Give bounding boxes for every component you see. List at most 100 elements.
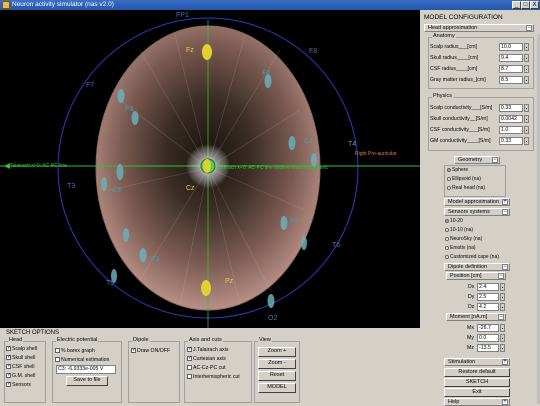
check-icon: ✓ [6,372,12,379]
geometry-header[interactable]: Geometry − [454,156,500,164]
dipole-mz-spinner[interactable] [500,344,505,352]
dipole-my-spinner[interactable] [500,334,505,342]
skull-radius-spinner[interactable] [524,54,529,62]
collapse-icon[interactable]: − [502,264,508,270]
dipole-dz-input[interactable]: 4.2 [477,303,499,311]
scalp-conductivity-spinner[interactable] [524,104,529,112]
dipole-dx-label: Dx [468,284,475,290]
collapse-icon[interactable]: − [492,157,498,163]
head-view-canvas[interactable]: FP1 F8 F7 F3 F4 C4 T4 C3 T3 P4 P3 T6 T5 … [0,10,420,328]
scalp-shell-checkbox[interactable]: ✓Scalp shell [6,346,37,352]
gray-matter-radius-spinner[interactable] [524,76,529,84]
csf-radius-input[interactable]: 8.7 [499,65,523,73]
sensors-customized-radio[interactable]: Customized cape (na) [445,254,499,260]
model-button[interactable]: MODEL [258,383,296,393]
gm-shell-checkbox[interactable]: ✓G.M. shell [6,373,35,379]
sensors-10-10-radio[interactable]: 10-10 (na) [445,227,473,233]
dipole-definition-header[interactable]: Dipole definition − [444,263,510,271]
geometry-real-head-radio[interactable]: Real head (na) [447,185,485,191]
dipole-my-input[interactable]: 0.0 [477,334,499,342]
collapse-icon[interactable]: − [526,25,532,31]
radio-icon [447,185,451,190]
sensors-emotiv-radio[interactable]: Emotiv (na) [445,245,476,251]
checkbox-icon [187,374,192,380]
csf-radius-spinner[interactable] [524,65,529,73]
skull-shell-checkbox[interactable]: ✓Skull shell [6,355,35,361]
gm-conductivity-spinner[interactable] [524,137,529,145]
skull-conductivity-spinner[interactable] [524,115,529,123]
scalp-radius-spinner[interactable] [524,43,529,51]
moment-header[interactable]: Moment [nA.m] − [446,313,506,321]
radio-icon [447,167,451,172]
scalp-radius-input[interactable]: 10.0 [499,43,523,51]
restore-default-button[interactable]: Restore default [444,368,510,377]
draw-dipole-checkbox[interactable]: ✓Draw ON/OFF [131,348,170,354]
geometry-ellipsoid-radio[interactable]: Ellipsoid (na) [447,176,481,182]
dipole-dy-label: Dy [468,294,475,300]
reset-view-button[interactable]: Reset [258,371,296,381]
sensors-neurosky-radio[interactable]: NeuroSky (na) [445,236,482,242]
skull-conductivity-input[interactable]: 0.0042 [499,115,523,123]
save-to-file-button[interactable]: Save to file [66,376,108,386]
expand-icon[interactable]: + [502,399,508,405]
electrode-label-f7: F7 [86,82,95,89]
dipole-mx-input[interactable]: -26.7 [477,324,499,332]
expand-icon[interactable]: + [502,199,508,205]
electrode-label-fp1: FP1 [176,12,189,19]
talairach-axis-checkbox[interactable]: ✓J.Talairach axis [187,347,228,353]
numerical-estimation-checkbox[interactable]: Numerical estimation [55,357,109,363]
physics-row-label: GM conductivity____[S/m] [430,138,491,144]
electrode-label-t6: T6 [332,242,341,249]
physics-row-label: CSF conductivity___[S/m] [430,127,490,133]
ac-cz-pc-cut-checkbox[interactable]: AC-Cz-PC cut [187,365,226,371]
gray-matter-radius-input[interactable]: 8.5 [499,76,523,84]
sensors-10-20-radio[interactable]: 10-20 [445,218,463,224]
head-approximation-header[interactable]: Head approximation − [424,24,534,32]
stimulation-header[interactable]: Stimulation + [444,358,510,366]
potential-value-select[interactable]: C3: -6.9333e-005 V [56,365,116,374]
electrode-label-cz: Cz [186,185,195,192]
minimize-button[interactable]: _ [512,1,521,9]
sensors-systems-header[interactable]: Sensors systems − [444,208,510,216]
electrode-label-f3: F3 [125,106,134,113]
close-button[interactable]: X [530,1,539,9]
collapse-icon[interactable]: − [498,314,504,320]
zoom-out-button[interactable]: Zoom - [258,359,296,369]
checkbox-icon [55,357,60,363]
zoom-in-button[interactable]: Zoom + [258,347,296,357]
config-title: MODEL CONFIGURATION [424,14,503,21]
check-icon: ✓ [187,355,193,362]
cartesian-axis-checkbox[interactable]: ✓Cartesian axis [187,356,226,362]
collapse-icon[interactable]: − [498,273,504,279]
dipole-mx-spinner[interactable] [500,324,505,332]
csf-shell-checkbox[interactable]: ✓CSF shell [6,364,35,370]
maximize-button[interactable]: □ [521,1,530,9]
sketch-button[interactable]: SKETCH [444,378,510,387]
collapse-icon[interactable]: − [502,209,508,215]
app-icon [2,1,10,9]
barex-graph-checkbox[interactable]: % barex graph [55,348,95,354]
expand-icon[interactable]: + [502,359,508,365]
scalp-conductivity-input[interactable]: 0.33 [499,104,523,112]
geometry-sphere-radio[interactable]: Sphere [447,167,468,173]
csf-conductivity-spinner[interactable] [524,126,529,134]
dipole-mz-input[interactable]: -13.5 [477,344,499,352]
stimulation-label: Stimulation [448,359,476,365]
dipole-dx-input[interactable]: 2.4 [477,283,499,291]
position-header[interactable]: Position [cm] − [446,272,506,280]
sensors-checkbox[interactable]: ✓Sensors [6,382,31,388]
dipole-mz-label: Mz [467,345,474,351]
dipole-dy-spinner[interactable] [500,293,505,301]
position-label: Position [cm] [450,273,482,279]
checkbox-icon [187,365,192,371]
model-approximation-header[interactable]: Model approximation + [444,198,510,206]
anatomy-row-label: Skull radius____[cm] [430,55,479,61]
dipole-dz-spinner[interactable] [500,303,505,311]
dipole-dx-spinner[interactable] [500,283,505,291]
dipole-dy-input[interactable]: 2.5 [477,293,499,301]
exit-button[interactable]: Exit [444,388,510,397]
gm-conductivity-input[interactable]: 0.33 [499,137,523,145]
interhemispheric-cut-checkbox[interactable]: Interhemispheric cut [187,374,240,380]
skull-radius-input[interactable]: 9.4 [499,54,523,62]
csf-conductivity-input[interactable]: 1.0 [499,126,523,134]
